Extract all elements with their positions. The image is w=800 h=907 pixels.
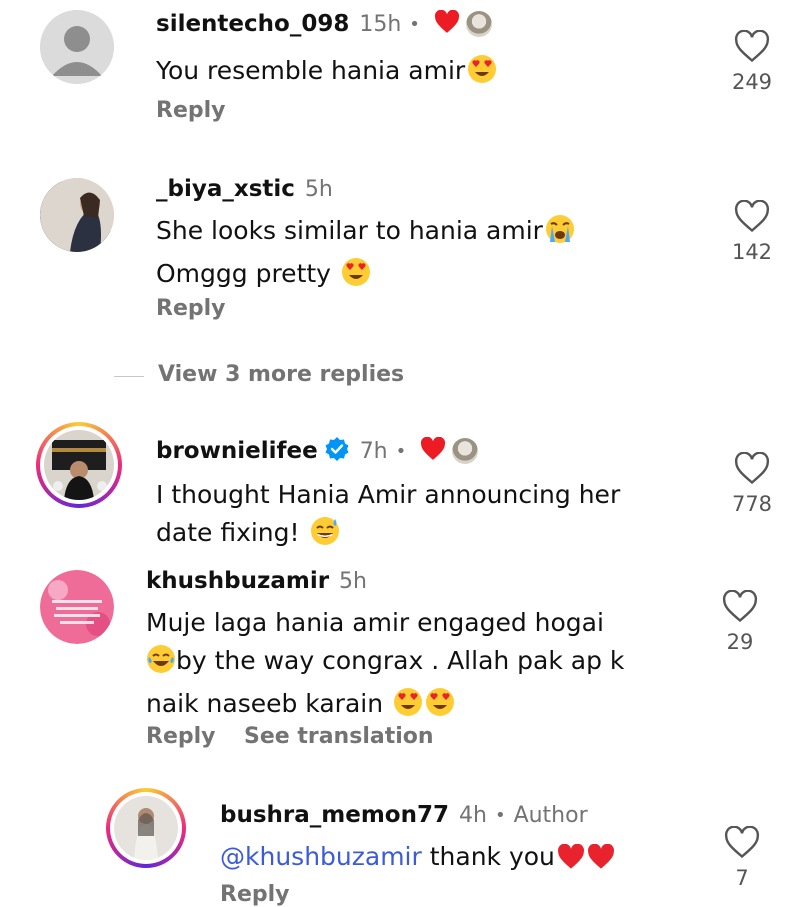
like-count: 142 [731, 240, 773, 264]
creator-avatar [452, 438, 479, 464]
username[interactable]: khushbuzamir [146, 568, 329, 594]
verified-badge-icon [324, 436, 350, 466]
separator-dot: • [494, 804, 506, 826]
comment-text: @khushbuzamir thank you [220, 838, 615, 881]
sweat-smile-emoji-icon [310, 516, 340, 557]
heart-eyes-emoji-icon [425, 687, 455, 728]
like-button[interactable]: 778 [722, 451, 782, 516]
tears-of-joy-emoji-icon [146, 644, 176, 685]
view-more-replies-button[interactable]: View 3 more replies [158, 362, 404, 387]
username[interactable]: silentecho_098 [156, 11, 349, 37]
profile-photo [114, 796, 178, 860]
red-heart-emoji-icon [557, 843, 585, 881]
heart-eyes-emoji-icon [341, 257, 371, 298]
avatar[interactable] [40, 178, 114, 252]
like-button[interactable]: 249 [722, 29, 782, 94]
heart-eyes-emoji-icon [467, 54, 497, 95]
story-ring-avatar[interactable] [106, 788, 186, 868]
like-button[interactable]: 142 [722, 199, 782, 264]
creator-liked-heart-icon [434, 9, 460, 38]
reply-button[interactable]: Reply [156, 98, 226, 123]
heart-outline-icon[interactable] [722, 589, 758, 624]
heart-outline-icon[interactable] [724, 825, 760, 860]
username[interactable]: _biya_xstic [156, 176, 295, 202]
author-badge: Author [513, 802, 588, 828]
like-count: 7 [735, 866, 749, 890]
heart-outline-icon[interactable] [734, 29, 770, 64]
profile-photo [40, 570, 114, 644]
creator-avatar [465, 11, 492, 37]
like-button[interactable]: 7 [712, 825, 772, 890]
red-heart-emoji-icon [587, 843, 615, 881]
heart-outline-icon[interactable] [734, 451, 770, 486]
reply-button[interactable]: Reply [156, 296, 226, 321]
profile-photo [40, 178, 114, 252]
reply-button[interactable]: Reply [146, 724, 216, 749]
timestamp: 4h [458, 802, 487, 828]
separator-dot: • [395, 440, 407, 462]
timestamp: 5h [339, 568, 367, 594]
timestamp: 15h [359, 11, 402, 37]
profile-photo [44, 430, 114, 500]
comment-text: You resemble hania amir [156, 52, 497, 95]
thread-line [114, 376, 144, 377]
creator-liked-heart-icon [420, 436, 446, 465]
mention-link[interactable]: @khushbuzamir [220, 842, 422, 871]
reply-button[interactable]: Reply [220, 882, 290, 907]
heart-outline-icon[interactable] [734, 199, 770, 234]
like-button[interactable]: 29 [710, 589, 770, 654]
username[interactable]: bushra_memon77 [220, 802, 449, 828]
username[interactable]: brownielifee [156, 438, 318, 464]
see-translation-button[interactable]: See translation [244, 724, 434, 749]
heart-eyes-emoji-icon [393, 687, 423, 728]
like-count: 249 [731, 70, 773, 94]
like-count: 29 [726, 630, 754, 654]
separator-dot: • [409, 13, 420, 35]
comment-text: I thought Hania Amir announcing her date… [156, 476, 620, 557]
default-avatar-icon [40, 10, 114, 84]
comment-text: She looks similar to hania amir Omggg pr… [156, 212, 575, 298]
comment-text: Muje laga hania amir engaged hogai by th… [146, 604, 624, 728]
timestamp: 5h [304, 176, 333, 202]
crying-emoji-icon [545, 214, 575, 255]
avatar[interactable] [40, 10, 114, 84]
timestamp: 7h [359, 438, 388, 464]
avatar[interactable] [40, 570, 114, 644]
like-count: 778 [731, 492, 773, 516]
story-ring-avatar[interactable] [36, 422, 122, 508]
